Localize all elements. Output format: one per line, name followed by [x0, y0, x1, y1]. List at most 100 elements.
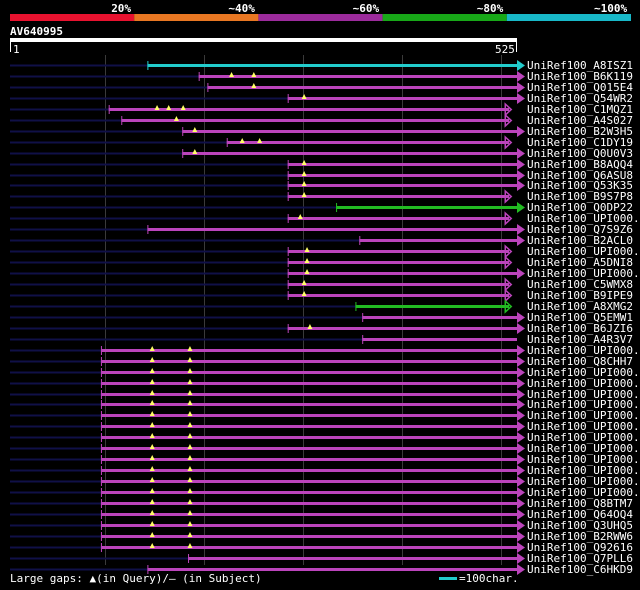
query-gap-marker-icon: [149, 390, 155, 395]
query-gap-marker-icon: [301, 160, 307, 165]
hit-bar[interactable]: [100, 447, 517, 450]
query-gap-marker-icon: [149, 379, 155, 384]
identity-scale-segment: [382, 14, 507, 21]
hit-bar[interactable]: [287, 261, 510, 264]
query-gap-marker-icon: [149, 422, 155, 427]
query-gap-marker-icon: [187, 455, 193, 460]
hit-bar[interactable]: [100, 371, 517, 374]
query-gap-marker-icon: [166, 105, 172, 110]
query-gap-marker-icon: [301, 291, 307, 296]
hit-bar[interactable]: [226, 141, 510, 144]
query-gap-marker-icon: [149, 400, 155, 405]
hit-bar[interactable]: [100, 524, 517, 527]
hit-bar[interactable]: [362, 316, 517, 319]
hit-arrow-icon: [517, 531, 525, 542]
hit-bar[interactable]: [355, 305, 510, 308]
hit-bar[interactable]: [100, 382, 517, 385]
hit-bar[interactable]: [287, 163, 517, 166]
hit-arrow-icon: [517, 421, 525, 432]
hit-arrow-icon: [517, 389, 525, 400]
hit-bar[interactable]: [100, 436, 517, 439]
identity-scale-label: ~40%: [228, 2, 255, 15]
query-gap-marker-icon: [307, 324, 313, 329]
hit-bar[interactable]: [100, 360, 517, 363]
query-gap-marker-icon: [149, 532, 155, 537]
hit-bar[interactable]: [359, 239, 517, 242]
query-gap-marker-icon: [187, 411, 193, 416]
query-gap-marker-icon: [187, 466, 193, 471]
query-gap-marker-icon: [149, 543, 155, 548]
hit-bar[interactable]: [287, 184, 517, 187]
hit-bar[interactable]: [100, 425, 517, 428]
hit-label[interactable]: UniRef100_C6HKD9: [527, 564, 633, 575]
hit-arrow-icon: [517, 542, 525, 553]
hit-bar[interactable]: [100, 535, 517, 538]
query-gap-marker-icon: [187, 444, 193, 449]
hit-arrow-icon: [517, 498, 525, 509]
hit-bar[interactable]: [100, 502, 517, 505]
hit-bar[interactable]: [287, 217, 510, 220]
hit-bar[interactable]: [198, 75, 518, 78]
hit-arrow-icon: [517, 487, 525, 498]
identity-scale-segment: [506, 14, 631, 21]
identity-scale-label: ~100%: [594, 2, 628, 15]
query-gap-marker-icon: [187, 488, 193, 493]
hit-arrow-icon: [517, 345, 525, 356]
hit-arrow-icon: [517, 520, 525, 531]
hit-bar[interactable]: [287, 250, 510, 253]
query-gap-marker-icon: [187, 510, 193, 515]
query-gap-marker-icon: [187, 521, 193, 526]
query-gap-marker-icon: [301, 192, 307, 197]
hit-arrow-icon: [517, 224, 525, 235]
query-gap-marker-icon: [301, 171, 307, 176]
hit-bar[interactable]: [100, 393, 517, 396]
hit-bar[interactable]: [287, 294, 510, 297]
hit-bar[interactable]: [147, 64, 517, 67]
hit-bar[interactable]: [287, 283, 510, 286]
query-gap-marker-icon: [187, 532, 193, 537]
hit-bar[interactable]: [147, 228, 517, 231]
query-gap-marker-icon: [229, 72, 235, 77]
hit-bar[interactable]: [182, 130, 517, 133]
hit-arrow-icon: [517, 443, 525, 454]
query-gap-marker-icon: [301, 181, 307, 186]
gap-legend: Large gaps: ▲(in Query)/— (in Subject): [10, 572, 262, 585]
query-gap-marker-icon: [187, 390, 193, 395]
hit-bar[interactable]: [100, 414, 517, 417]
hit-bar[interactable]: [100, 469, 517, 472]
hit-arrow-icon: [517, 268, 525, 279]
hit-arrow-icon: [517, 509, 525, 520]
hit-bar[interactable]: [121, 119, 510, 122]
query-gap-marker-icon: [301, 280, 307, 285]
hit-arrow-icon: [517, 454, 525, 465]
query-gap-marker-icon: [251, 72, 257, 77]
hit-bar[interactable]: [287, 195, 510, 198]
hit-bar[interactable]: [336, 206, 517, 209]
query-gap-marker-icon: [149, 357, 155, 362]
hit-bar[interactable]: [100, 403, 517, 406]
hit-bar[interactable]: [100, 480, 517, 483]
scale-legend-bar: [439, 577, 457, 580]
hit-bar[interactable]: [287, 272, 517, 275]
hit-bar[interactable]: [100, 513, 517, 516]
hit-bar[interactable]: [182, 152, 517, 155]
query-gap-marker-icon: [187, 357, 193, 362]
query-gap-marker-icon: [301, 94, 307, 99]
hit-bar[interactable]: [188, 557, 518, 560]
hit-bar[interactable]: [100, 491, 517, 494]
hit-bar[interactable]: [100, 458, 517, 461]
hit-arrow-icon: [517, 235, 525, 246]
query-name: AV640995: [10, 25, 63, 38]
query-bar: [10, 38, 517, 42]
hit-bar[interactable]: [287, 97, 517, 100]
hit-bar[interactable]: [362, 338, 517, 341]
hit-bar[interactable]: [287, 327, 517, 330]
hit-arrow-icon: [517, 180, 525, 191]
hit-bar[interactable]: [100, 546, 517, 549]
hit-bar[interactable]: [100, 349, 517, 352]
hit-bar[interactable]: [147, 568, 517, 571]
hit-arrow-icon: [517, 126, 525, 137]
query-gap-marker-icon: [149, 346, 155, 351]
hit-arrow-icon: [517, 465, 525, 476]
hit-bar[interactable]: [287, 174, 517, 177]
